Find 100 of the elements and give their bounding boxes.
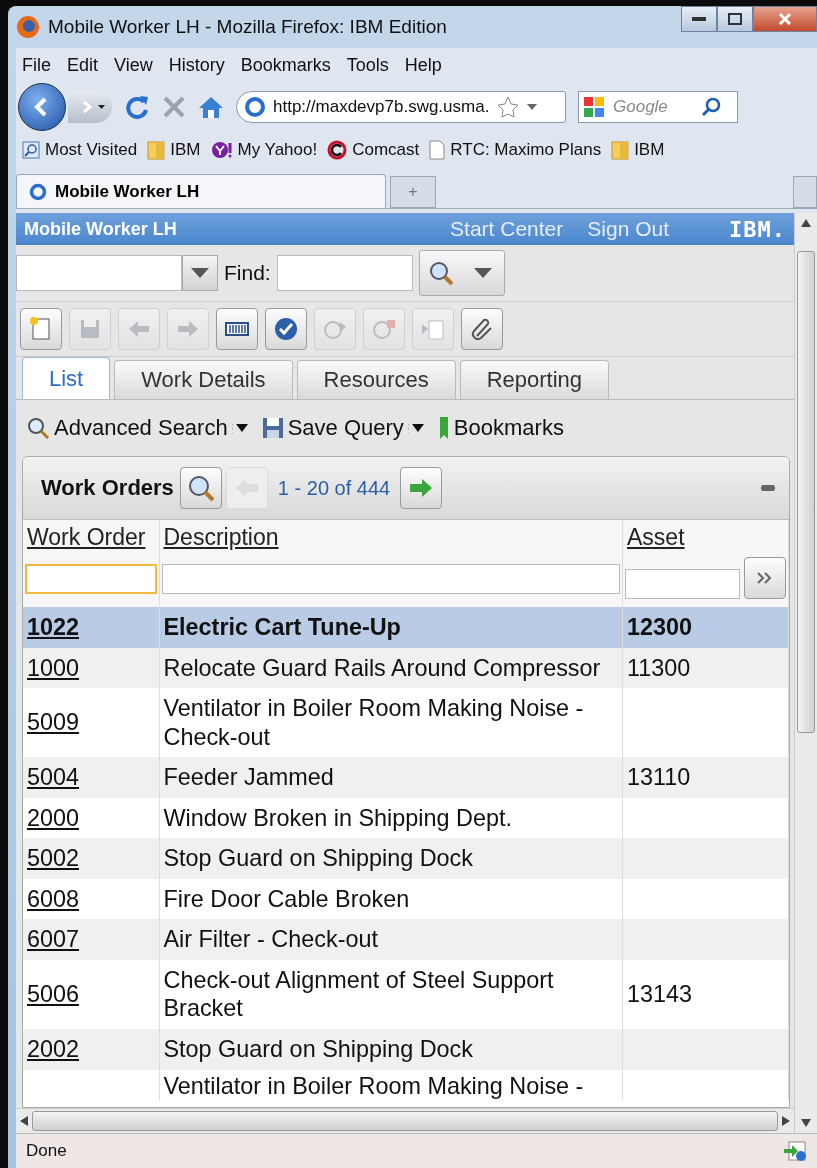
filter-button[interactable] (744, 557, 786, 599)
action-link[interactable]: Save Query (287, 415, 404, 441)
asset-cell: 13110 (627, 764, 691, 791)
work-order-link[interactable]: 2000 (27, 804, 80, 831)
double-chevron-icon (756, 571, 774, 585)
home-icon[interactable] (198, 95, 224, 119)
toolbar-button[interactable] (216, 308, 258, 350)
maximize-icon (728, 13, 742, 25)
c-logo-icon (327, 140, 348, 160)
description-cell: Stop Guard on Shipping Dock (163, 1036, 473, 1062)
caret-icon[interactable] (407, 423, 424, 433)
find-field[interactable] (276, 255, 413, 291)
search-engine-icon[interactable] (583, 96, 605, 118)
filter-field[interactable] (625, 569, 740, 599)
work-order-link[interactable]: 5006 (27, 981, 80, 1008)
find-label: Find: (224, 261, 271, 285)
menu-item[interactable]: File (22, 54, 51, 76)
work-order-link[interactable]: 5009 (27, 709, 80, 736)
browser-tab[interactable]: Mobile Worker LH (16, 174, 386, 208)
search-field[interactable]: Google (611, 96, 695, 118)
collapse-button[interactable] (761, 485, 775, 491)
table-row[interactable]: Ventilator in Boiler Room Making Noise - (23, 1069, 789, 1101)
caret-icon (473, 268, 492, 278)
action-link[interactable]: Advanced Search (54, 415, 228, 441)
description-cell: Electric Cart Tune-Up (163, 614, 401, 640)
minimize-button[interactable] (681, 6, 717, 32)
asset-cell: 12300 (627, 614, 693, 640)
bookmark-icon (437, 416, 450, 440)
tab[interactable]: Reporting (459, 360, 610, 399)
description-cell: Stop Guard on Shipping Dock (163, 845, 473, 872)
asset-cell: 13143 (627, 981, 693, 1008)
bookmark-link[interactable]: Most Visited (45, 140, 138, 160)
scroll-left-icon[interactable] (20, 1116, 28, 1126)
filter-field[interactable] (161, 564, 620, 595)
status-text: Done (26, 1141, 67, 1161)
stop-icon[interactable] (162, 95, 186, 119)
column-header[interactable]: Description (163, 524, 279, 550)
tab[interactable]: Work Details (114, 360, 293, 399)
panel-title: Work Orders (41, 475, 174, 501)
bookmark-link[interactable]: My Yahoo! (237, 140, 318, 160)
description-cell: Window Broken in Shipping Dept. (163, 804, 512, 831)
search-button[interactable] (179, 467, 222, 509)
search-box[interactable]: Google (578, 91, 738, 123)
toolbar-button[interactable] (461, 308, 503, 350)
menu-item[interactable]: Help (404, 54, 442, 76)
menu-item[interactable]: View (114, 54, 153, 76)
dropdown-field[interactable] (16, 255, 218, 291)
description-cell: Air Filter - Check-out (163, 926, 378, 953)
menu-item[interactable]: Edit (67, 54, 99, 76)
back-button[interactable] (18, 83, 66, 131)
work-order-link[interactable]: 6008 (27, 885, 80, 912)
close-button[interactable] (753, 6, 817, 32)
tab[interactable]: Resources (296, 360, 456, 399)
yahoo-icon (210, 141, 233, 159)
search-icon (26, 416, 50, 440)
menu-item[interactable]: History (168, 54, 225, 76)
description-cell: Relocate Guard Rails Around Compressor (163, 654, 601, 681)
search-icon (186, 474, 215, 502)
star-icon[interactable] (497, 96, 520, 118)
search-icon (427, 260, 454, 286)
app-title: Mobile Worker LH (24, 218, 178, 240)
next-page-button[interactable] (400, 467, 443, 509)
description-cell: Check-out Alignment of Steel Support Bracket (163, 966, 554, 1022)
page-icon (429, 140, 446, 160)
vertical-scrollbar[interactable] (794, 213, 817, 1133)
window-title: Mobile Worker LH - Mozilla Firefox: IBM Edition (48, 16, 448, 38)
bookmark-link[interactable]: IBM (634, 140, 665, 160)
transfer-icon (783, 1140, 807, 1162)
browser-logo-icon (16, 15, 40, 39)
reload-icon[interactable] (124, 94, 150, 120)
folder-icon (147, 140, 166, 160)
menu-item[interactable]: Tools (346, 54, 389, 76)
search-icon[interactable] (701, 97, 721, 117)
tab[interactable]: List (22, 357, 111, 399)
folder-icon (611, 140, 630, 160)
minimize-icon (692, 17, 706, 21)
maximize-button[interactable] (717, 6, 753, 32)
bookmark-link[interactable]: IBM (170, 140, 201, 160)
forward-arrow-icon (80, 100, 106, 114)
caret-icon[interactable] (231, 423, 248, 433)
logo: IBM. (729, 216, 786, 242)
asset-cell: 11300 (627, 654, 691, 681)
page-count: 1 - 20 of 444 (277, 476, 391, 500)
menu-item[interactable]: Bookmarks (240, 54, 331, 76)
description-cell: Fire Door Cable Broken (163, 885, 410, 912)
description-cell: Feeder Jammed (163, 764, 334, 791)
toolbar-button[interactable] (265, 308, 307, 350)
address-bar[interactable]: http://maxdevp7b.swg.usma. (236, 91, 566, 123)
caret-icon (191, 268, 209, 278)
search-button[interactable] (418, 250, 505, 296)
action-link[interactable]: Bookmarks (453, 415, 564, 441)
scroll-right-icon[interactable] (782, 1116, 790, 1126)
scroll-up-icon[interactable] (801, 219, 811, 227)
search-page-icon (22, 141, 40, 159)
bookmark-link[interactable]: RTC: Maximo Plans (450, 140, 602, 160)
filter-field[interactable] (25, 564, 157, 595)
horizontal-scrollbar[interactable] (16, 1108, 794, 1133)
scroll-down-icon[interactable] (801, 1119, 811, 1127)
bookmark-link[interactable]: Comcast (352, 140, 420, 160)
site-icon (29, 182, 47, 201)
